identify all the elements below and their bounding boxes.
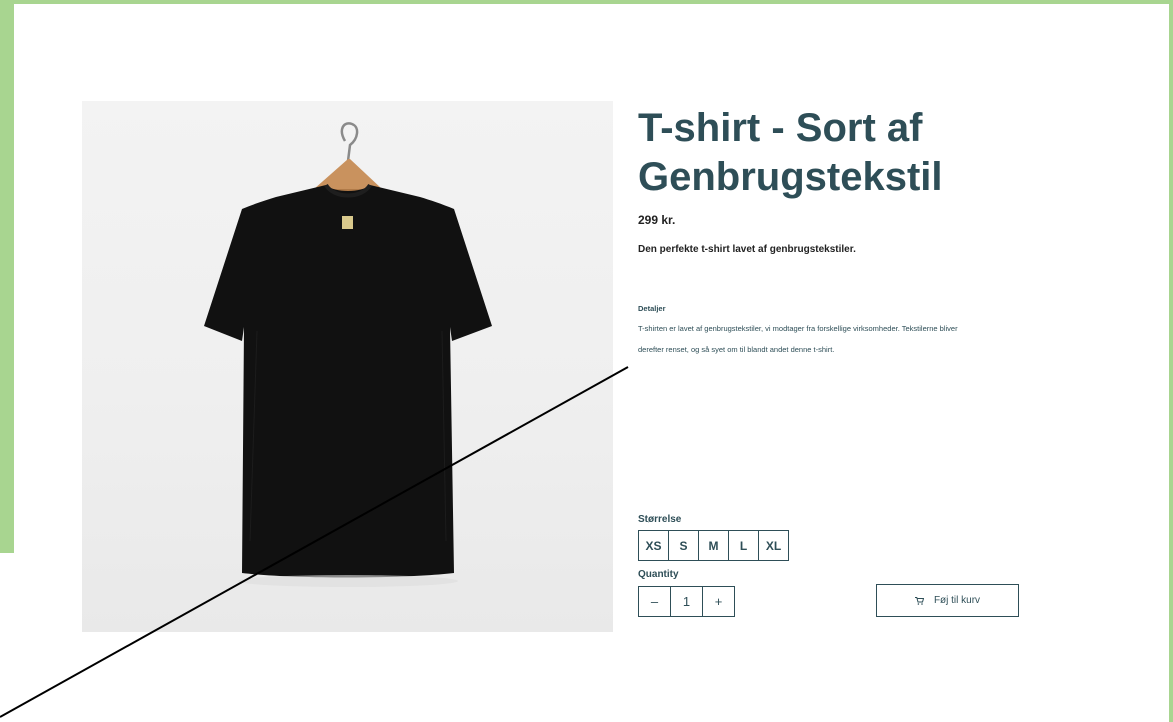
quantity-increment-button[interactable]: + xyxy=(702,586,735,617)
product-image xyxy=(82,101,613,632)
size-label: Størrelse xyxy=(638,514,682,525)
product-title: T-shirt - Sort af Genbrugstekstil xyxy=(638,106,943,199)
size-option-xs[interactable]: XS xyxy=(638,530,669,561)
quantity-value[interactable]: 1 xyxy=(670,586,703,617)
size-option-m[interactable]: M xyxy=(698,530,729,561)
details-heading: Detaljer xyxy=(638,304,666,313)
add-to-cart-label: Føj til kurv xyxy=(933,595,981,606)
product-tagline: Den perfekte t-shirt lavet af genbrugste… xyxy=(638,244,856,255)
green-frame-left xyxy=(0,0,14,553)
product-price: 299 kr. xyxy=(638,213,676,227)
green-frame-right xyxy=(1169,0,1173,722)
size-option-l[interactable]: L xyxy=(728,530,759,561)
add-to-cart-button[interactable]: Føj til kurv xyxy=(876,584,1019,617)
size-option-xl[interactable]: XL xyxy=(758,530,789,561)
quantity-stepper: – 1 + xyxy=(638,586,735,617)
cart-icon xyxy=(914,596,924,605)
details-text: T-shirten er lavet af genbrugstekstiler,… xyxy=(638,324,958,354)
quantity-decrement-button[interactable]: – xyxy=(638,586,671,617)
size-selector: XS S M L XL xyxy=(638,530,789,561)
green-frame-top xyxy=(0,0,1173,4)
quantity-label: Quantity xyxy=(638,569,679,580)
size-option-s[interactable]: S xyxy=(668,530,699,561)
